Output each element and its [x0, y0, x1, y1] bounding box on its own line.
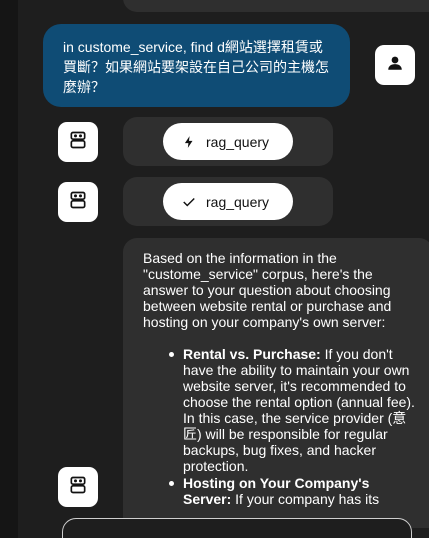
user-avatar	[375, 45, 415, 85]
sidebar-edge	[0, 0, 18, 538]
assistant-answer-bubble: Based on the information in the "custome…	[123, 238, 429, 528]
answer-item-text: If you don't have the ability to maintai…	[183, 346, 415, 474]
tool-call-label: rag_query	[206, 133, 270, 150]
bot-avatar	[58, 467, 98, 507]
tool-result-bubble: rag_query	[123, 177, 333, 226]
tool-result-chip[interactable]: rag_query	[163, 183, 293, 220]
robot-icon	[68, 475, 88, 500]
answer-item-text: If your company has its	[231, 491, 380, 507]
check-icon	[182, 195, 196, 209]
answer-list-item: Rental vs. Purchase: If you don't have t…	[163, 346, 419, 474]
bot-avatar	[58, 122, 98, 162]
bullet-icon	[169, 352, 174, 357]
person-icon	[386, 54, 404, 77]
answer-list: Rental vs. Purchase: If you don't have t…	[143, 346, 419, 507]
user-message-bubble: in custome_service, find d網站選擇租賃或買斷？如果網站…	[43, 24, 350, 107]
tool-result-label: rag_query	[206, 193, 270, 210]
tool-call-bubble: rag_query	[123, 117, 333, 166]
answer-intro: Based on the information in the "custome…	[143, 250, 392, 330]
answer-item-heading: Rental vs. Purchase:	[183, 346, 321, 362]
tool-call-chip[interactable]: rag_query	[163, 123, 293, 160]
bolt-icon	[182, 135, 196, 149]
message-input[interactable]	[62, 518, 412, 538]
robot-icon	[68, 190, 88, 215]
previous-message-bubble	[123, 0, 429, 12]
bullet-icon	[169, 481, 174, 486]
robot-icon	[68, 130, 88, 155]
bot-avatar	[58, 182, 98, 222]
answer-list-item: Hosting on Your Company's Server: If you…	[163, 475, 419, 507]
user-message-text: in custome_service, find d網站選擇租賃或買斷？如果網站…	[63, 39, 329, 95]
chat-area[interactable]: in custome_service, find d網站選擇租賃或買斷？如果網站…	[18, 0, 429, 538]
